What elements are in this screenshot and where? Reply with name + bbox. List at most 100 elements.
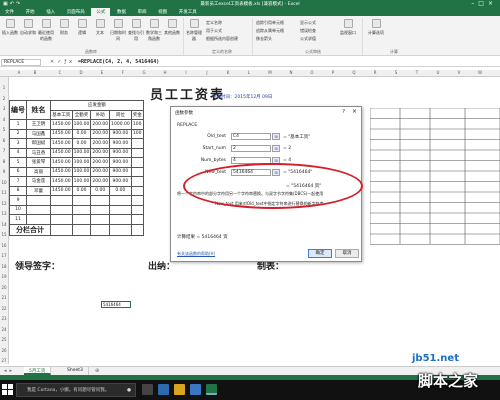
cell-amount[interactable] (109, 223, 132, 236)
column-header-u[interactable]: U (428, 70, 448, 75)
cell-no[interactable]: 6 (9, 166, 27, 177)
cell-amount[interactable]: 1450.00 (50, 119, 73, 130)
cell-no[interactable]: 10 (9, 204, 27, 215)
cell-no[interactable]: 5 (9, 157, 27, 168)
row-header-19[interactable]: 19 (0, 274, 8, 279)
column-header-g[interactable]: G (134, 70, 154, 75)
cell-no[interactable]: 4 (9, 147, 27, 158)
arg-input[interactable]: C4 (231, 133, 271, 140)
cell-amount[interactable] (71, 214, 92, 225)
cell-amount[interactable]: 100 (130, 119, 144, 130)
row-header-9[interactable]: 9 (0, 169, 8, 174)
cell-amount[interactable]: 200.00 (90, 119, 111, 130)
cell-amount[interactable]: 900.00 (109, 147, 132, 158)
cell-amount[interactable] (71, 204, 92, 215)
calc-options-button[interactable]: 计算选项 (368, 19, 384, 36)
column-header-q[interactable]: Q (344, 70, 364, 75)
cell-amount[interactable] (109, 195, 132, 206)
cell-no[interactable]: 2 (9, 128, 27, 139)
ok-button[interactable]: 确定 (308, 249, 332, 258)
name-box[interactable]: REPLACE (1, 59, 41, 66)
lookup-button[interactable]: 查找与引用 (128, 19, 144, 42)
cell-no[interactable]: 9 (9, 195, 27, 206)
cell-amount[interactable]: 1000.00 (109, 119, 132, 130)
cell-amount[interactable] (130, 195, 144, 206)
row-header-21[interactable]: 21 (0, 295, 8, 300)
sheet-tab-may-salary[interactable]: 5月工资 (24, 367, 52, 375)
create-from-selection-button[interactable]: 根据所选内容创建 (206, 36, 238, 42)
recent-button[interactable]: 最近使用的函数 (38, 19, 54, 42)
cell-name[interactable]: 马丑香 (26, 147, 51, 158)
row-header-14[interactable]: 14 (0, 222, 8, 227)
cell-amount[interactable] (90, 204, 111, 215)
watch-window-button[interactable]: 监视窗口 (340, 19, 356, 36)
cell-name[interactable] (26, 195, 51, 206)
cell-amount[interactable]: 1450.00 (50, 128, 73, 139)
cell-amount[interactable]: 1450.00 (50, 166, 73, 177)
column-header-s[interactable]: S (386, 70, 406, 75)
cell-amount[interactable]: 100.00 (71, 147, 92, 158)
row-header-8[interactable]: 8 (0, 159, 8, 164)
cell-amount[interactable]: 1450.00 (50, 185, 73, 196)
row-header-10[interactable]: 10 (0, 180, 8, 185)
error-check-button[interactable]: 错误检查 (300, 28, 316, 34)
row-header-26[interactable]: 26 (0, 348, 8, 353)
autosum-button[interactable]: 自动求和 (20, 19, 36, 36)
cell-amount[interactable]: 1450.00 (50, 157, 73, 168)
cell-no[interactable]: 1 (9, 119, 27, 130)
cell-no[interactable]: 7 (9, 176, 27, 187)
row-header-16[interactable]: 16 (0, 243, 8, 248)
cell-name[interactable]: 马金莲 (26, 176, 51, 187)
cell-amount[interactable]: 200.00 (90, 138, 111, 149)
column-header-v[interactable]: V (449, 70, 469, 75)
insert-function-button[interactable]: 插入函数 (2, 19, 18, 36)
row-header-24[interactable]: 24 (0, 327, 8, 332)
cell-amount[interactable] (130, 204, 144, 215)
formula-bar-buttons[interactable]: ✕✓ƒx (50, 59, 75, 65)
cell-amount[interactable] (130, 138, 144, 149)
more-functions-button[interactable]: 其他函数 (164, 19, 180, 36)
cell-amount[interactable] (130, 214, 144, 225)
logical-button[interactable]: 逻辑 (74, 19, 90, 36)
column-header-d[interactable]: D (71, 70, 91, 75)
cell-name[interactable]: 王卫明 (26, 119, 51, 130)
add-sheet-icon[interactable]: ⊕ (95, 368, 99, 374)
cell-amount[interactable] (50, 204, 73, 215)
cell-amount[interactable] (50, 214, 73, 225)
column-header-c[interactable]: C (50, 70, 70, 75)
cell-amount[interactable]: 900.00 (109, 157, 132, 168)
cell-amount[interactable] (109, 204, 132, 215)
column-header-m[interactable]: M (260, 70, 280, 75)
row-header-7[interactable]: 7 (0, 148, 8, 153)
cell-name[interactable] (26, 214, 51, 225)
cell-amount[interactable]: 100.00 (71, 119, 92, 130)
cell-amount[interactable]: 900.00 (109, 138, 132, 149)
cell-name[interactable]: 马国鑫 (26, 128, 51, 139)
cell-amount[interactable]: 900.00 (109, 128, 132, 139)
tab-file[interactable]: 文件 (0, 8, 19, 16)
column-header-n[interactable]: N (281, 70, 301, 75)
tab-formulas[interactable]: 公式 (91, 8, 111, 16)
cell-amount[interactable] (130, 157, 144, 168)
row-header-15[interactable]: 15 (0, 232, 8, 237)
store-icon[interactable] (190, 384, 201, 395)
cell-amount[interactable]: 900.00 (109, 176, 132, 187)
active-cell[interactable]: 5416464 (101, 301, 131, 308)
column-header-k[interactable]: K (218, 70, 238, 75)
cell-no[interactable]: 8 (9, 185, 27, 196)
cell-amount[interactable] (71, 195, 92, 206)
remove-arrows-button[interactable]: 移去箭头 (256, 36, 272, 42)
cell-amount[interactable]: 200.00 (90, 166, 111, 177)
help-icon[interactable]: ? (342, 109, 345, 115)
cell-amount[interactable] (130, 166, 144, 177)
window-controls[interactable]: –□× (471, 0, 497, 7)
cortana-search-box[interactable]: 我是 Cortana，小娜。有问题尽管问我。 ● (16, 383, 136, 397)
row-header-2[interactable]: 2 (0, 96, 8, 101)
column-header-o[interactable]: O (302, 70, 322, 75)
cell-amount[interactable]: 1450.00 (50, 138, 73, 149)
row-header-1[interactable]: 1 (0, 85, 8, 90)
column-header-f[interactable]: F (113, 70, 133, 75)
column-header-b[interactable]: B (25, 70, 45, 75)
row-header-6[interactable]: 6 (0, 138, 8, 143)
row-header-4[interactable]: 4 (0, 117, 8, 122)
